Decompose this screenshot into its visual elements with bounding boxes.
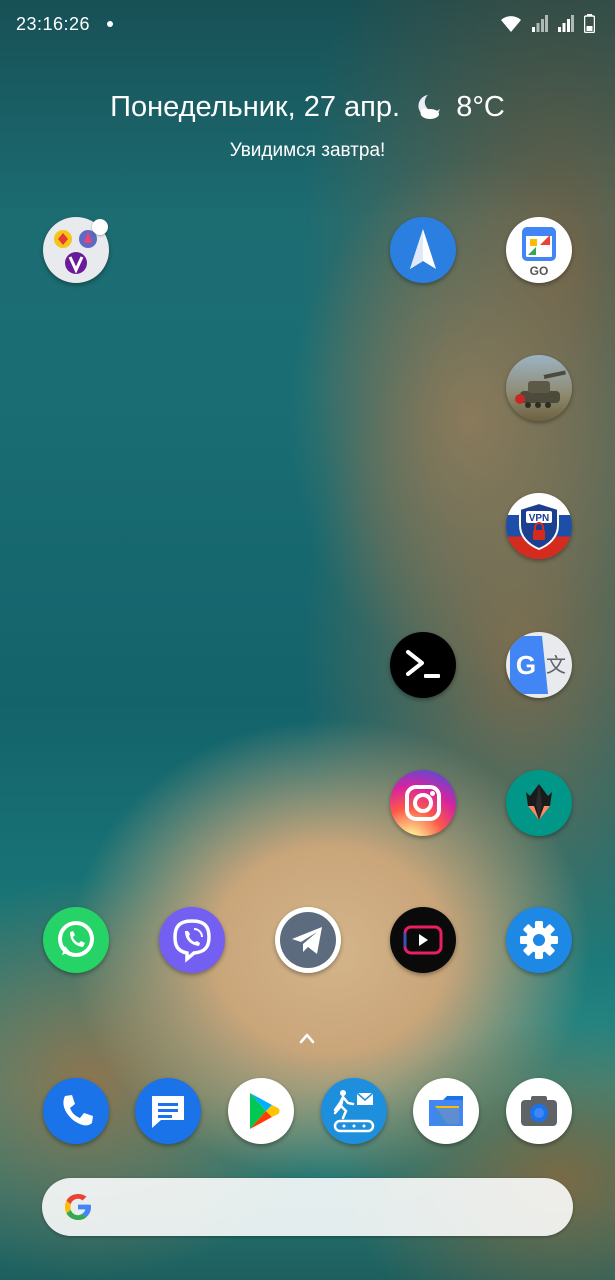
app-telegram[interactable] [275,907,341,973]
files-icon [429,1096,463,1126]
dock-phone[interactable] [43,1078,109,1144]
dock-fitness-mail[interactable] [321,1078,387,1144]
app-spark-mail[interactable] [390,217,456,283]
play-screen-icon [403,925,443,955]
app-magisk[interactable] [506,770,572,836]
whatsapp-icon [58,921,94,957]
dock-play-store[interactable] [228,1078,294,1144]
message-icon [152,1096,184,1128]
app-instagram[interactable] [390,770,456,836]
signal-2-icon [558,14,574,32]
runner-mail-icon [333,1090,375,1133]
camera-icon [521,1096,557,1126]
app-youtube-vanced[interactable] [390,907,456,973]
status-bar: 23:16:26 [0,0,615,50]
calendar-go-label: GO [530,264,549,278]
viber-icon [173,919,211,963]
vpn-shield-icon: VPN [519,501,559,551]
glance-subtitle: Увидимся завтра! [229,140,386,161]
app-google-translate[interactable]: G 文 [506,632,572,698]
battery-icon [584,14,595,33]
moon-cloud-icon [418,95,441,120]
magisk-icon [526,784,552,820]
google-g-icon [65,1194,91,1220]
app-terminal[interactable] [390,632,456,698]
dock-messages[interactable] [135,1078,201,1144]
dock-files[interactable] [413,1078,479,1144]
system-icons [500,14,595,33]
translate-icon: G 文 [510,636,566,694]
telegram-icon [280,912,336,968]
play-store-icon [250,1093,280,1129]
gear-icon [520,921,558,959]
signal-1-icon [532,14,548,32]
phone-icon [63,1095,93,1126]
app-google-calendar-go[interactable]: GO [506,217,572,283]
translate-glyph-icon: 文 [546,653,566,677]
chevron-up-icon[interactable] [298,1031,316,1045]
tank-icon [515,370,566,408]
folder-badge-icon [92,219,108,235]
wifi-icon [501,15,521,32]
terminal-prompt-icon [406,650,440,678]
instagram-icon [405,785,441,821]
translate-g-label: G [516,650,536,680]
glance-widget[interactable]: Понедельник, 27 апр. 8°C [0,90,615,124]
app-whatsapp[interactable] [43,907,109,973]
dock-camera[interactable] [506,1078,572,1144]
temperature: 8°C [456,90,505,123]
calendar-go-icon: GO [522,227,556,278]
clock: 23:16:26 [16,14,91,34]
app-vpn-russia[interactable]: VPN [506,493,572,559]
app-world-of-tanks[interactable] [506,355,572,421]
date-label: Понедельник, 27 апр. [110,90,401,123]
app-settings[interactable] [506,907,572,973]
app-viber[interactable] [159,907,225,973]
notification-dot-icon [107,21,113,27]
paper-plane-icon [410,229,436,269]
google-search-bar[interactable] [42,1178,573,1236]
